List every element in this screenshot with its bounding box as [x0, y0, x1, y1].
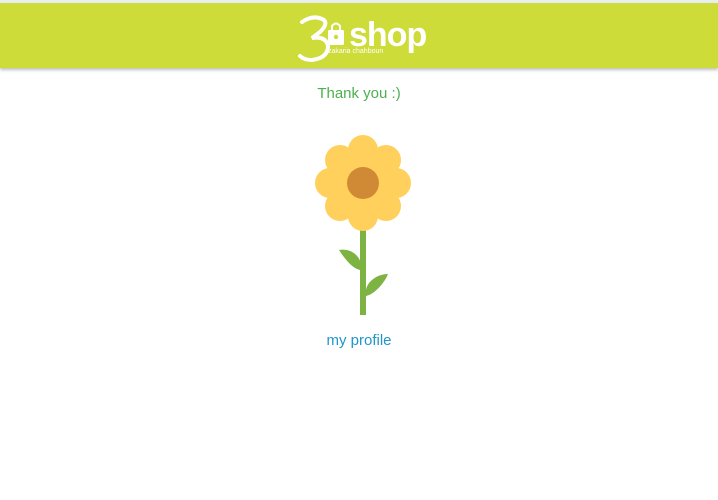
sunflower-icon — [315, 135, 411, 315]
site-header: shop zakaria chahboun — [0, 3, 718, 68]
logo-mark-icon — [298, 15, 344, 63]
flower-leaf-left — [339, 249, 361, 270]
flower-leaf-right — [366, 274, 388, 296]
flower-stem — [360, 228, 366, 315]
site-logo[interactable]: shop zakaria chahboun — [298, 12, 428, 64]
my-profile-link[interactable]: my profile — [326, 332, 391, 349]
thank-you-message: Thank you :) — [317, 85, 401, 102]
logo-subtitle: zakaria chahboun — [328, 48, 384, 55]
flower-center — [347, 167, 379, 199]
profile-link-container: my profile — [0, 331, 718, 351]
